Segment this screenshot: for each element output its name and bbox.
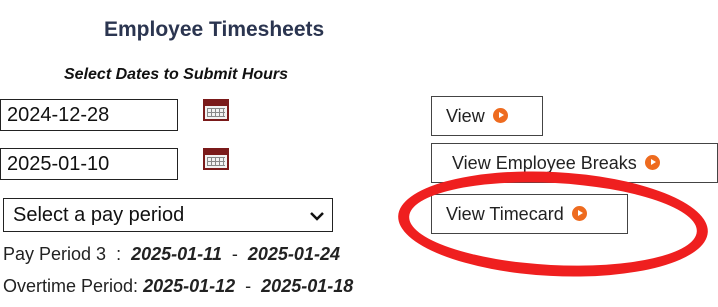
page-subtitle: Select Dates to Submit Hours — [64, 66, 289, 83]
pay-period-select-value: Select a pay period — [13, 204, 185, 226]
view-button[interactable]: View — [431, 96, 543, 136]
view-employee-breaks-label: View Employee Breaks — [452, 153, 637, 173]
arrow-right-icon — [571, 205, 587, 221]
view-button-label: View — [446, 106, 485, 126]
overtime-period-info: Overtime Period: 2025-01-12 - 2025-01-18 — [3, 276, 354, 296]
arrow-right-icon — [492, 107, 508, 123]
start-calendar-icon[interactable] — [203, 99, 229, 121]
pay-period-info: Pay Period 3 : 2025-01-11 - 2025-01-24 — [3, 244, 340, 264]
view-timecard-button[interactable]: View Timecard — [431, 194, 628, 234]
view-employee-breaks-button[interactable]: View Employee Breaks — [431, 143, 718, 183]
end-date-input[interactable]: 2025-01-10 — [0, 148, 178, 180]
end-calendar-icon[interactable] — [203, 148, 229, 170]
pay-period-select[interactable]: Select a pay period — [3, 198, 333, 232]
page-title: Employee Timesheets — [104, 18, 325, 41]
chevron-down-icon — [310, 212, 324, 221]
view-timecard-label: View Timecard — [446, 204, 564, 224]
arrow-right-icon — [644, 154, 660, 170]
start-date-input[interactable]: 2024-12-28 — [0, 99, 178, 131]
